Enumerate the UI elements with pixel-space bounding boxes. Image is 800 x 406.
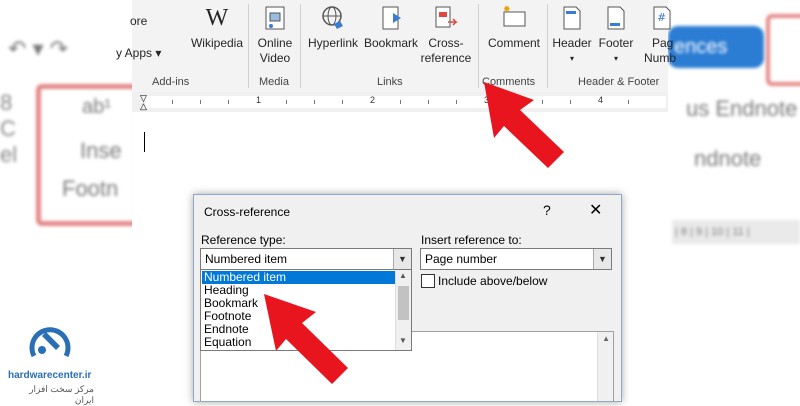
bg-references-tab: ences: [668, 26, 764, 68]
cross-reference-label-2: reference: [420, 51, 472, 65]
page-number-label-2: Numb: [644, 51, 677, 65]
store-button[interactable]: ore: [130, 14, 147, 29]
hyperlink-label: Hyperlink: [307, 36, 358, 50]
footer-button[interactable]: Footer ▾: [594, 4, 638, 66]
include-above-below-checkbox[interactable]: [421, 274, 435, 288]
watermark-logo: hardwarecenter.ir مرکز سخت افزار ایران: [6, 316, 94, 405]
horizontal-ruler[interactable]: ▽ △ 1 2 3 4: [132, 92, 668, 113]
help-button[interactable]: ?: [543, 202, 551, 218]
indent-marker-icon[interactable]: ▽ △: [140, 94, 147, 111]
ruler-tick: [342, 100, 343, 104]
cross-reference-label-1: Cross-: [428, 36, 464, 50]
wikipedia-label: Wikipedia: [190, 36, 244, 50]
add-ins-group-label: Add-ins: [152, 76, 190, 88]
ruler-tick: [400, 100, 401, 104]
dialog-title: Cross-reference: [204, 205, 291, 219]
footer-label: Footer: [598, 36, 634, 50]
scroll-down-icon[interactable]: ▼: [399, 336, 407, 345]
watermark-tagline: مرکز سخت افزار ایران: [29, 384, 94, 405]
online-video-label-2: Video: [259, 51, 291, 65]
reference-type-label: Reference type:: [201, 233, 286, 247]
bg-right-text-2: ndnote: [694, 146, 762, 171]
include-above-below-label: Include above/below: [438, 274, 548, 288]
text-cursor: [144, 132, 145, 152]
ruler-tick: [286, 100, 287, 104]
scrollbar[interactable]: ▲ ▼: [395, 270, 411, 350]
svg-text:✸: ✸: [503, 5, 511, 15]
scroll-up-icon[interactable]: ▲: [602, 334, 610, 343]
bookmark-button[interactable]: Bookmark: [362, 4, 420, 51]
scroll-up-icon[interactable]: ▲: [399, 271, 407, 280]
bg-right-text-1: us Endnote: [686, 96, 798, 121]
ruler-mark: 2: [370, 95, 376, 105]
ruler-track: [146, 96, 666, 108]
chevron-down-icon[interactable]: ▼: [393, 249, 411, 269]
ruler-mark: 4: [598, 95, 604, 105]
header-label: Header: [552, 36, 592, 50]
cross-reference-icon: [432, 4, 460, 32]
bookmark-icon: [377, 4, 405, 32]
ruler-tick: [200, 100, 201, 104]
ruler-tick: [428, 100, 429, 104]
wikipedia-button[interactable]: W Wikipedia: [190, 4, 244, 51]
undo-icon: ↶ ▾ ↷: [8, 36, 69, 61]
red-arrow-icon: [264, 294, 348, 384]
ruler-tick: [172, 100, 173, 104]
wikipedia-icon: W: [205, 5, 229, 31]
chevron-down-icon[interactable]: ▼: [593, 249, 611, 269]
bg-left-text-2: Footn: [62, 176, 119, 201]
links-group-label: Links: [377, 76, 403, 88]
reference-type-value: Numbered item: [205, 252, 288, 266]
page-number-label-1: Pag: [652, 36, 674, 50]
hyperlink-button[interactable]: Hyperlink: [304, 4, 362, 51]
media-group-label: Media: [259, 76, 289, 88]
bookmark-label: Bookmark: [363, 36, 419, 50]
header-button[interactable]: Header ▾: [550, 4, 594, 66]
bg-left-marks: 8 Cel: [0, 90, 18, 167]
reference-type-select[interactable]: Numbered item ▼: [200, 248, 412, 270]
online-video-label-1: Online: [257, 36, 293, 50]
close-button[interactable]: ✕: [589, 200, 602, 220]
comment-icon: ✸: [500, 4, 528, 32]
insert-reference-select[interactable]: Page number ▼: [420, 248, 612, 270]
red-arrow-icon: [484, 82, 564, 168]
comment-button[interactable]: ✸ Comment: [484, 4, 544, 51]
header-icon: [558, 4, 586, 32]
insert-reference-value: Page number: [425, 252, 498, 266]
bg-left-text-1: Inse: [80, 138, 122, 163]
bg-right-box: [766, 14, 800, 86]
group-separator: [300, 4, 301, 88]
my-apps-label: y Apps: [116, 46, 153, 60]
bg-footnote-icon: ab¹: [82, 96, 111, 118]
watermark-site: hardwarecenter.ir: [8, 370, 92, 381]
chevron-down-icon: ▾: [613, 54, 618, 63]
bg-ruler: | 8 | 9 | 10 | 11 |: [672, 220, 800, 244]
chevron-down-icon: ▾: [569, 54, 574, 63]
hyperlink-icon: [319, 4, 347, 32]
svg-text:#: #: [657, 11, 666, 24]
page-number-icon: #: [650, 4, 678, 32]
page-number-button[interactable]: # Pag Numb: [638, 4, 677, 66]
logo-icon: [29, 327, 71, 358]
footer-icon: [602, 4, 630, 32]
ruler-tick: [456, 100, 457, 104]
online-video-button[interactable]: Online Video: [254, 4, 296, 66]
comment-label: Comment: [487, 36, 540, 50]
my-apps-button[interactable]: y Apps ▾: [116, 46, 161, 61]
ruler-tick: [314, 100, 315, 104]
ruler-tick: [228, 100, 229, 104]
online-video-icon: [261, 4, 289, 32]
group-separator: [248, 4, 249, 88]
insert-reference-label: Insert reference to:: [421, 233, 522, 247]
store-label: ore: [130, 14, 148, 28]
cross-reference-button[interactable]: Cross- reference: [420, 4, 472, 66]
ruler-mark: 1: [256, 95, 262, 105]
ruler-tick: [628, 100, 629, 104]
scrollbar-thumb[interactable]: [398, 286, 409, 320]
header-footer-group-label: Header & Footer: [578, 76, 660, 88]
ribbon: ore y Apps ▾ W Wikipedia Add-ins Online …: [116, 0, 676, 93]
